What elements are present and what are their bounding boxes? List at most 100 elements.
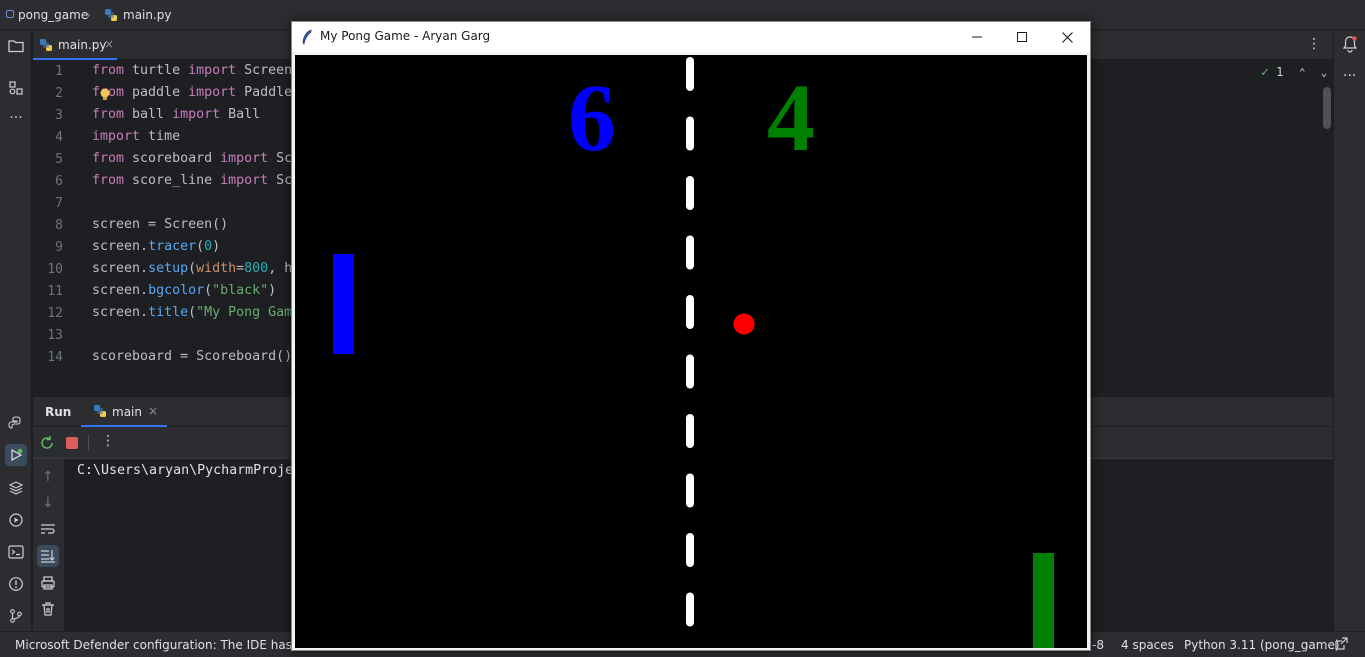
line-number: 2 (55, 86, 63, 101)
project-icon (6, 10, 14, 18)
line-number: 6 (55, 174, 63, 189)
python-file-icon (93, 404, 107, 418)
line-number: 1 (55, 64, 63, 79)
breadcrumb-project[interactable]: pong_game (18, 8, 88, 22)
code-line-10: screen.setup(width=800, h (92, 261, 293, 276)
arrow-up-icon[interactable]: ↑ (42, 469, 54, 485)
status-interpreter[interactable]: Python 3.11 (pong_game) (1184, 638, 1340, 652)
code-line-5: from scoreboard import Sc (92, 151, 293, 166)
net-dash (686, 354, 694, 389)
ball (733, 313, 755, 335)
tab-main-py[interactable]: main.py × (33, 30, 117, 60)
left-paddle (333, 254, 354, 354)
tab-main[interactable]: main × (81, 397, 167, 427)
line-number: 7 (55, 196, 63, 211)
right-paddle (1033, 553, 1054, 648)
line-number: 5 (55, 152, 63, 167)
line-number: 8 (55, 218, 63, 233)
more-icon[interactable]: ··· (6, 108, 26, 128)
code-line-1: from turtle import Screen (92, 63, 293, 78)
lock-icon[interactable] (1334, 637, 1348, 651)
status-encoding[interactable]: -8 (1092, 638, 1104, 652)
code-line-4: import time (92, 129, 181, 144)
trash-icon[interactable] (40, 601, 56, 617)
close-icon[interactable]: × (104, 37, 114, 51)
bell-icon[interactable] (1342, 35, 1358, 53)
git-icon[interactable] (6, 606, 26, 626)
game-canvas[interactable]: 6 4 (295, 55, 1087, 648)
window-title: My Pong Game - Aryan Garg (320, 29, 491, 43)
line-number: 10 (47, 262, 63, 277)
net-dash (686, 57, 694, 91)
line-number: 13 (47, 328, 63, 343)
layers-icon[interactable] (6, 478, 26, 498)
net-dash (686, 235, 694, 270)
chevron-right-icon: › (86, 8, 91, 22)
lightbulb-icon[interactable] (99, 87, 111, 103)
chevron-up-icon[interactable]: ⌃ (1299, 66, 1306, 79)
toolbar-divider (88, 435, 89, 451)
python-console-icon[interactable] (6, 413, 26, 433)
inspection-count: 1 (1276, 65, 1284, 79)
scroll-to-end-icon[interactable] (37, 545, 59, 567)
more-vertical-icon[interactable]: ⋮ (101, 433, 115, 449)
net-dash (686, 176, 694, 210)
tab-label: main.py (58, 38, 107, 52)
folder-icon[interactable] (6, 36, 26, 56)
line-number: 14 (47, 350, 63, 365)
close-window-button[interactable] (1044, 22, 1090, 52)
left-tool-strip: ··· (0, 30, 32, 631)
more-icon[interactable]: ··· (1343, 68, 1356, 84)
check-icon: ✓ (1261, 65, 1269, 80)
code-line-2: from paddle import Paddle (92, 85, 293, 100)
chevron-down-icon[interactable]: ⌄ (1321, 66, 1328, 79)
print-icon[interactable] (40, 575, 56, 591)
line-number: 4 (55, 130, 63, 145)
code-line-8: screen = Screen() (92, 217, 229, 232)
maximize-button[interactable] (999, 22, 1045, 52)
tab-main-label: main (112, 405, 142, 419)
console-output: C:\Users\aryan\PycharmProje (77, 463, 294, 478)
run-icon[interactable] (5, 444, 27, 466)
code-line-9: screen.tracer(0) (92, 239, 221, 254)
rerun-icon[interactable] (39, 435, 55, 451)
right-tool-strip: ··· (1333, 30, 1365, 631)
problems-icon[interactable] (6, 574, 26, 594)
editor-scrollbar[interactable] (1323, 87, 1331, 129)
code-line-14: scoreboard = Scoreboard() (92, 349, 293, 364)
net-dash (686, 116, 694, 151)
python-file-icon (39, 38, 53, 52)
line-number: 3 (55, 108, 63, 123)
net-dash (686, 533, 694, 567)
arrow-down-icon[interactable]: ↓ (42, 495, 54, 511)
window-titlebar[interactable]: My Pong Game - Aryan Garg (292, 22, 1090, 52)
status-indent[interactable]: 4 spaces (1121, 638, 1174, 652)
code-line-12: screen.title("My Pong Gam (92, 305, 293, 320)
breadcrumb-file[interactable]: main.py (123, 8, 172, 22)
right-score: 4 (767, 64, 815, 171)
status-message[interactable]: Microsoft Defender configuration: The ID… (15, 638, 329, 652)
left-score: 6 (568, 64, 616, 171)
console-side-toolbar: ↑ ↓ (33, 459, 64, 631)
more-vertical-icon[interactable]: ⋮ (1307, 36, 1321, 52)
net-dash (686, 592, 694, 627)
pong-game-window: My Pong Game - Aryan Garg 6 4 (291, 21, 1091, 651)
python-file-icon (104, 8, 118, 22)
soft-wrap-icon[interactable] (40, 523, 56, 537)
run-panel-title: Run (45, 405, 72, 419)
close-icon[interactable]: × (148, 404, 158, 418)
line-number: 11 (47, 284, 63, 299)
game-scene: 6 4 (295, 55, 1087, 648)
code-line-3: from ball import Ball (92, 107, 261, 122)
code-line-6: from score_line import Sc (92, 173, 293, 188)
net-dash (686, 473, 694, 508)
minimize-button[interactable] (954, 22, 1000, 52)
net-dash (686, 295, 694, 329)
terminal-icon[interactable] (6, 542, 26, 562)
structure-icon[interactable] (6, 78, 26, 98)
net-dash (686, 414, 694, 448)
services-icon[interactable] (6, 510, 26, 530)
feather-icon (301, 29, 313, 45)
inspection-widget[interactable]: ✓ 1 ⌃ ⌄ (1261, 65, 1327, 80)
stop-icon[interactable] (66, 437, 78, 449)
